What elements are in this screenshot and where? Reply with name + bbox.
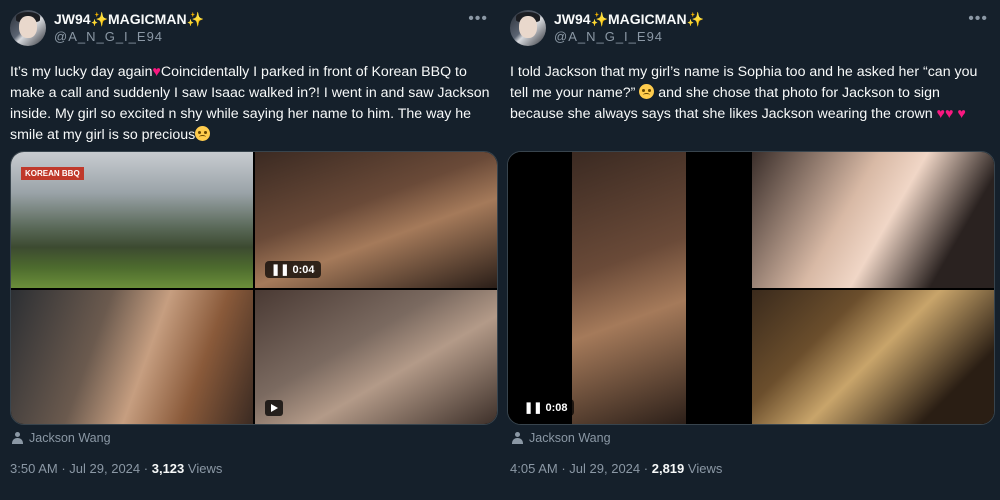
author-names: JW94✨MAGICMAN✨ @A_N_G_I_E94 [554, 11, 704, 45]
media-photo[interactable] [752, 152, 994, 288]
person-icon [512, 432, 523, 444]
handle[interactable]: @A_N_G_I_E94 [554, 28, 704, 45]
tweet-date[interactable]: Jul 29, 2024 [569, 461, 640, 476]
media-grid: ❚❚ 0:08 [507, 151, 995, 425]
heart-icon: ♥ [945, 106, 954, 122]
media-photo[interactable] [11, 290, 253, 424]
tweet-meta: 3:50 AM · Jul 29, 2024 · 3,123 Views [10, 461, 222, 476]
views-count: 2,819 [651, 461, 685, 476]
tweet-meta: 4:05 AM · Jul 29, 2024 · 2,819 Views [510, 461, 722, 476]
video-duration: 0:04 [292, 264, 315, 276]
avatar[interactable] [10, 10, 46, 46]
person-icon [12, 432, 23, 444]
tweet-header: JW94✨MAGICMAN✨ @A_N_G_I_E94 ••• [510, 10, 990, 46]
tweet-text: It’s my lucky day again♥Coincidentally I… [10, 62, 496, 146]
tweet-2[interactable]: JW94✨MAGICMAN✨ @A_N_G_I_E94 ••• I told J… [500, 0, 1000, 500]
pleading-face-icon [639, 84, 655, 99]
media-video[interactable]: ❚❚ 0:04 [255, 152, 497, 288]
media-grid: KOREAN BBQ ❚❚ 0:04 [10, 151, 498, 425]
media-photo[interactable]: KOREAN BBQ [11, 152, 253, 288]
views-count: 3,123 [151, 461, 185, 476]
tagged-user[interactable]: Jackson Wang [512, 431, 611, 445]
tweet-date[interactable]: Jul 29, 2024 [69, 461, 140, 476]
separator: · [143, 461, 149, 476]
display-name[interactable]: JW94✨MAGICMAN✨ [554, 11, 704, 28]
media-video[interactable]: ❚❚ 0:08 [508, 152, 750, 424]
author-names: JW94✨MAGICMAN✨ @A_N_G_I_E94 [54, 11, 204, 45]
views-label: Views [187, 461, 223, 476]
sign-text: KOREAN BBQ [21, 167, 84, 180]
tweet-text: I told Jackson that my girl’s name is So… [510, 62, 996, 125]
tweet-header: JW94✨MAGICMAN✨ @A_N_G_I_E94 ••• [10, 10, 490, 46]
media-photo[interactable] [752, 290, 994, 424]
separator: · [561, 461, 566, 476]
handle[interactable]: @A_N_G_I_E94 [54, 28, 204, 45]
pleading-face-icon [195, 126, 211, 141]
tagged-name[interactable]: Jackson Wang [29, 431, 111, 445]
display-name[interactable]: JW94✨MAGICMAN✨ [54, 11, 204, 28]
play-icon[interactable] [265, 400, 283, 416]
heart-icon: ♥ [936, 106, 946, 122]
heart-icon: ♥ [957, 106, 966, 122]
media-video[interactable] [255, 290, 497, 424]
separator: · [643, 461, 649, 476]
more-icon[interactable]: ••• [468, 10, 488, 28]
tweet-text-part: It’s my lucky day again [10, 64, 153, 80]
video-duration-badge: ❚❚ 0:04 [265, 261, 321, 278]
more-icon[interactable]: ••• [968, 10, 988, 28]
views-label: Views [687, 461, 723, 476]
tweet-time[interactable]: 3:50 AM [10, 461, 58, 476]
tweet-time[interactable]: 4:05 AM [510, 461, 558, 476]
heart-icon: ♥ [152, 64, 161, 80]
separator: · [61, 461, 66, 476]
tagged-name[interactable]: Jackson Wang [529, 431, 611, 445]
tagged-user[interactable]: Jackson Wang [12, 431, 111, 445]
tweet-1[interactable]: JW94✨MAGICMAN✨ @A_N_G_I_E94 ••• It’s my … [0, 0, 500, 500]
video-duration-badge: ❚❚ 0:08 [518, 399, 574, 416]
video-duration: 0:08 [545, 402, 568, 414]
avatar[interactable] [510, 10, 546, 46]
